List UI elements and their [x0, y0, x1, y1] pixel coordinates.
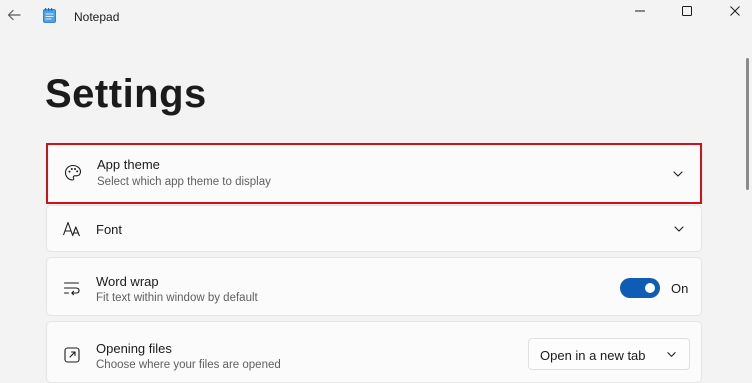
palette-icon	[64, 164, 82, 181]
word-wrap-title: Word wrap	[96, 274, 159, 289]
chevron-down-icon	[667, 352, 676, 357]
word-wrap-icon	[63, 282, 80, 296]
app-theme-subtitle: Select which app theme to display	[97, 176, 271, 188]
notepad-icon	[43, 8, 56, 23]
word-wrap-setting: Word wrap Fit text within window by defa…	[46, 257, 702, 316]
opening-files-title: Opening files	[96, 341, 172, 356]
word-wrap-subtitle: Fit text within window by default	[96, 292, 258, 304]
opening-files-setting: Opening files Choose where your files ar…	[46, 321, 702, 383]
toggle-state-label: On	[671, 281, 689, 296]
chevron-down-icon[interactable]	[673, 223, 685, 235]
scrollbar-thumb[interactable]	[746, 58, 749, 190]
word-wrap-toggle[interactable]	[620, 278, 660, 298]
opening-files-subtitle: Choose where your files are opened	[96, 359, 281, 371]
close-icon[interactable]	[728, 4, 742, 18]
font-setting[interactable]: Font	[46, 205, 702, 252]
minimize-icon[interactable]	[633, 4, 647, 18]
app-theme-title: App theme	[97, 157, 160, 172]
toggle-knob	[645, 283, 655, 293]
font-size-icon	[62, 221, 81, 237]
app-title: Notepad	[74, 10, 120, 24]
opening-files-dropdown[interactable]: Open in a new tab	[528, 338, 690, 370]
title-bar: Notepad	[0, 0, 752, 28]
maximize-icon[interactable]	[680, 4, 694, 18]
font-title: Font	[96, 222, 123, 237]
dropdown-selected-value: Open in a new tab	[540, 348, 646, 363]
chevron-down-icon[interactable]	[672, 168, 684, 180]
app-theme-setting[interactable]: App theme Select which app theme to disp…	[46, 143, 702, 204]
open-external-icon	[64, 347, 80, 363]
page-title: Settings	[45, 72, 207, 116]
back-arrow-icon[interactable]	[6, 7, 22, 23]
